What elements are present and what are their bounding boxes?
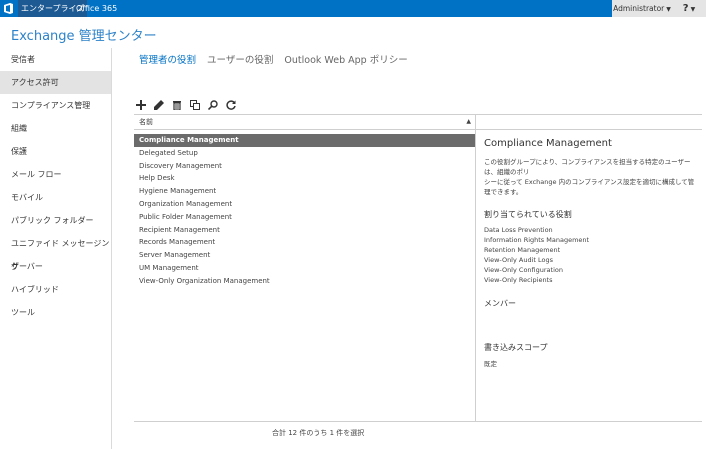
list-item[interactable]: Help Desk [134,172,475,185]
list-item[interactable]: Recipient Management [134,224,475,237]
column-header-name[interactable]: 名前 [139,115,153,129]
sidebar-item-public-folders[interactable]: パブリック フォルダー [0,209,111,232]
tab-bar: 管理者の役割 ユーザーの役割 Outlook Web App ポリシー [139,52,416,68]
sidebar-item-mail-flow[interactable]: メール フロー [0,163,111,186]
list-item[interactable]: Organization Management [134,198,475,211]
admin-label: Administrator [613,4,665,13]
list-item[interactable]: View-Only Organization Management [134,275,475,288]
sidebar-item-permissions[interactable]: アクセス許可 [0,71,111,94]
detail-header [476,114,702,130]
assigned-role: Data Loss Prevention [484,226,553,234]
sort-ascending-icon[interactable]: ▲ [466,115,471,129]
tab-owa-policies[interactable]: Outlook Web App ポリシー [284,52,407,66]
sidebar-item-organization[interactable]: 組織 [0,117,111,140]
sidebar-item-tools[interactable]: ツール [0,301,111,324]
sidebar-item-hybrid[interactable]: ハイブリッド [0,278,111,301]
list-item[interactable]: Records Management [134,236,475,249]
admin-menu[interactable]: Administrator ▼ [612,0,672,17]
details-title: Compliance Management [484,138,612,149]
help-menu[interactable]: ? ▼ [672,0,706,17]
details-description: この役割グループにより、コンプライアンスを担当する特定のユーザーは、組織のポリ … [484,157,700,197]
sidebar-item-recipients[interactable]: 受信者 [0,48,111,71]
list-item[interactable]: Hygiene Management [134,185,475,198]
roles-heading: 割り当てられている役割 [484,210,572,219]
assigned-role: View-Only Configuration [484,266,563,274]
sidebar-item-servers[interactable]: サーバー [0,255,111,278]
list-item[interactable]: Public Folder Management [134,211,475,224]
list-item[interactable]: Delegated Setup [134,147,475,160]
chevron-down-icon: ▼ [666,6,671,13]
top-bar: エンタープライズ Office 365 Administrator ▼ ? ▼ [0,0,706,17]
sidebar-item-mobile[interactable]: モバイル [0,186,111,209]
write-scope-value: 既定 [484,360,497,368]
sidebar-item-protection[interactable]: 保護 [0,140,111,163]
tab-user-roles[interactable]: ユーザーの役割 [207,52,273,66]
details-pane: Compliance Management この役割グループにより、コンプライア… [484,138,700,368]
details-description-line: シーに従って Exchange 内のコンプライアンス設定を適切に構成して管理でき… [484,178,695,196]
copy-icon[interactable] [190,95,203,110]
details-description-line: この役割グループにより、コンプライアンスを担当する特定のユーザーは、組織のポリ [484,158,691,176]
chevron-down-icon: ▼ [690,6,696,13]
nav-office365[interactable]: Office 365 [76,0,117,17]
help-label: ? [682,3,689,14]
footer-divider [134,421,702,422]
sidebar-item-unified-messaging[interactable]: ユニファイド メッセージング [0,232,111,271]
tab-admin-roles[interactable]: 管理者の役割 [139,52,196,66]
delete-icon[interactable] [172,95,185,111]
sidebar-item-compliance[interactable]: コンプライアンス管理 [0,94,111,117]
list-header: 名前 ▲ [134,114,476,130]
office-logo-icon [4,3,13,14]
write-scope-heading: 書き込みスコープ [484,343,548,352]
add-icon[interactable] [136,95,149,110]
assigned-role: Retention Management [484,246,561,254]
assigned-role: Information Rights Management [484,236,590,244]
pane-divider [475,128,476,421]
toolbar [136,95,239,111]
refresh-icon[interactable] [226,95,239,110]
selection-status: 合計 12 件のうち 1 件を選択 [272,429,365,437]
app-title: Exchange 管理センター [11,29,157,44]
list-item[interactable]: UM Management [134,262,475,275]
members-heading: メンバー [484,299,516,308]
list-item[interactable]: Server Management [134,249,475,262]
list-item[interactable]: Compliance Management [134,134,475,147]
list-item[interactable]: Discovery Management [134,160,475,173]
search-icon[interactable] [208,95,221,111]
edit-icon[interactable] [154,95,167,110]
sidebar: 受信者 アクセス許可 コンプライアンス管理 組織 保護 メール フロー モバイル… [0,48,112,449]
role-group-list: Compliance Management Delegated Setup Di… [134,134,475,288]
assigned-role: View-Only Recipients [484,276,553,284]
assigned-role: View-Only Audit Logs [484,256,554,264]
